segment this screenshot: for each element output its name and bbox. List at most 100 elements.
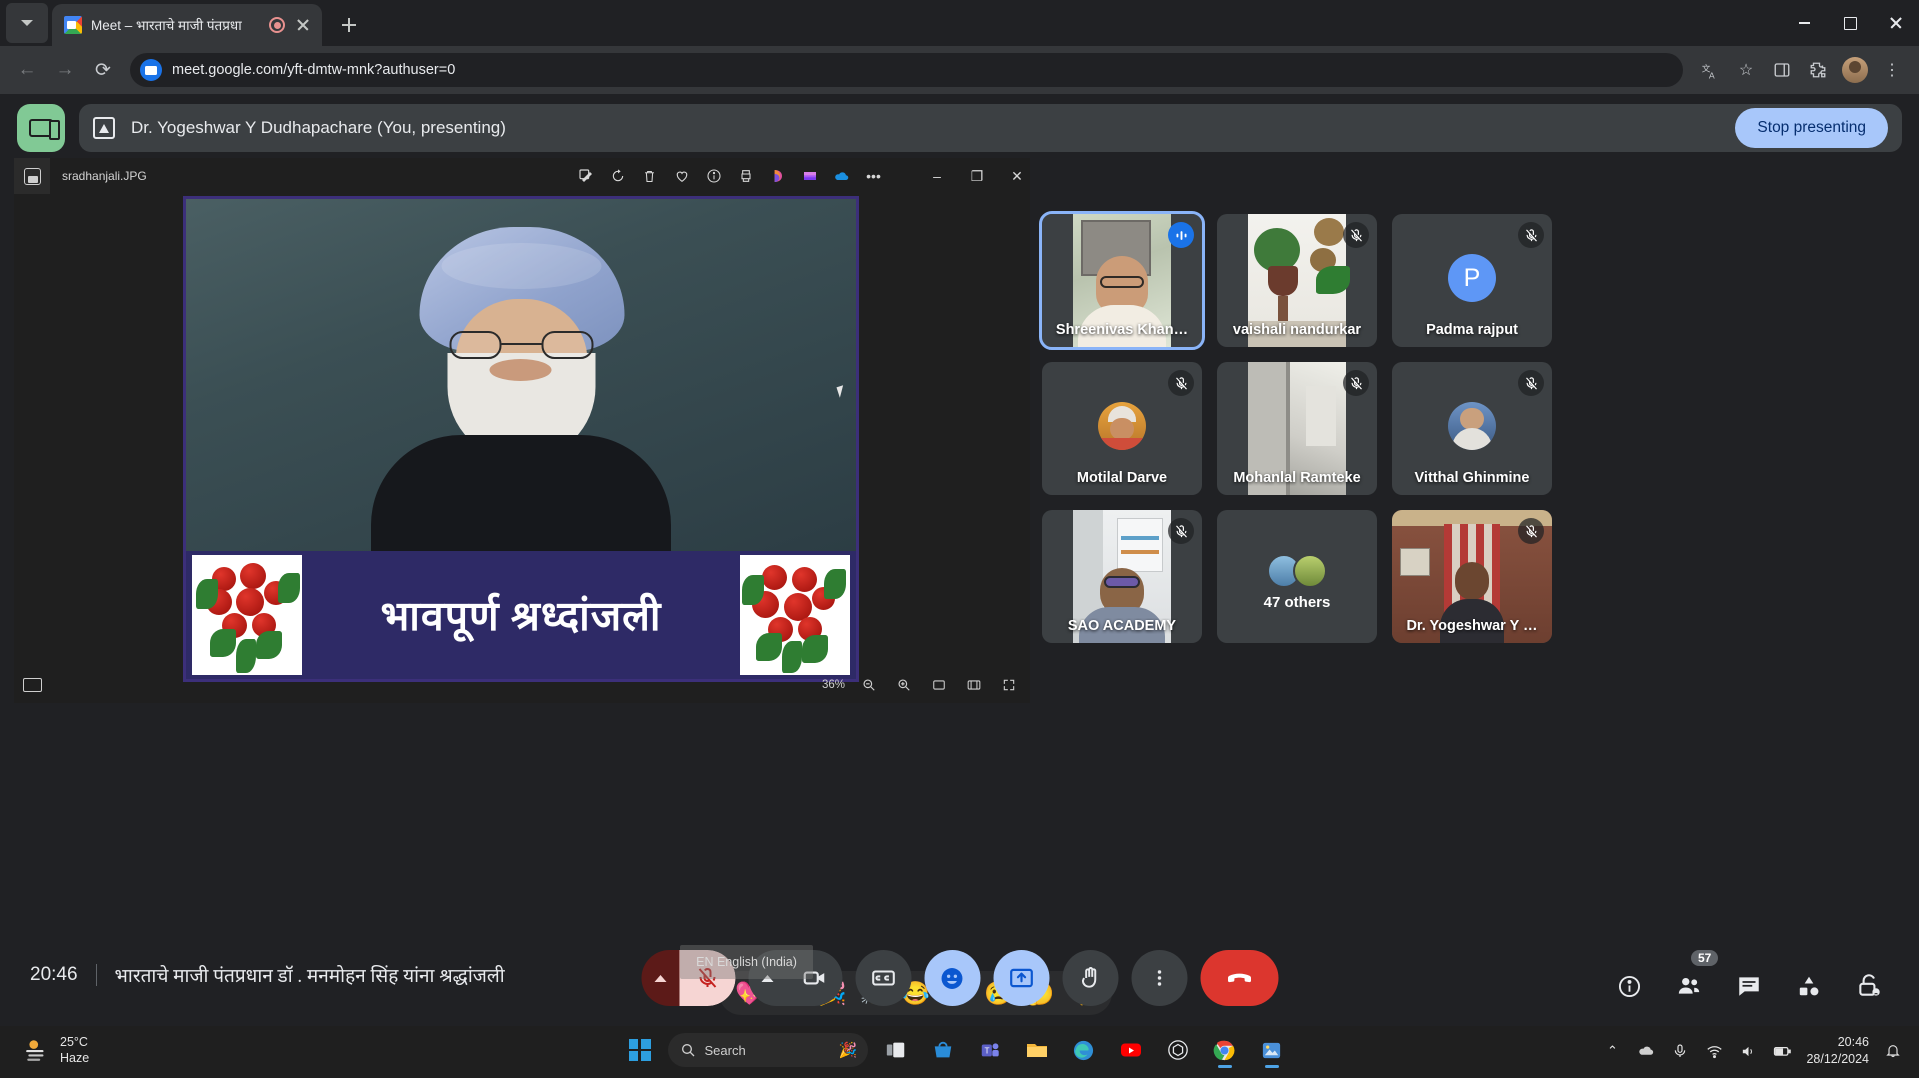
activities-button[interactable]	[1785, 962, 1833, 1010]
participant-name: Padma rajput	[1426, 322, 1518, 338]
bookmark-star-icon[interactable]: ☆	[1729, 53, 1763, 87]
volume-icon[interactable]	[1738, 1041, 1758, 1061]
zoom-in-icon[interactable]	[893, 674, 915, 696]
participants-button[interactable]: 57	[1665, 950, 1719, 1010]
participant-tile[interactable]: P Padma rajput	[1392, 214, 1552, 347]
new-tab-button[interactable]	[334, 10, 364, 40]
participant-tile[interactable]: Vitthal Ghinmine	[1392, 362, 1552, 495]
minimize-icon[interactable]: –	[924, 163, 950, 189]
battery-icon[interactable]	[1772, 1041, 1792, 1061]
wifi-icon[interactable]	[1704, 1041, 1724, 1061]
actual-size-icon[interactable]	[928, 674, 950, 696]
copilot-confetti-icon[interactable]: 🎉	[839, 1041, 858, 1059]
search-input[interactable]: Search 🎉	[667, 1033, 868, 1067]
reload-icon[interactable]: ⟳	[86, 53, 120, 87]
present-now-button[interactable]	[993, 950, 1049, 1006]
tab-search-button[interactable]	[6, 3, 48, 43]
task-view-icon[interactable]	[877, 1031, 915, 1069]
clock-date: 28/12/2024	[1806, 1052, 1869, 1066]
back-icon[interactable]: ←	[10, 53, 44, 87]
favorite-heart-icon[interactable]	[669, 164, 694, 189]
leave-call-button[interactable]	[1200, 950, 1278, 1006]
chatgpt-icon[interactable]	[1159, 1031, 1197, 1069]
onedrive-icon[interactable]	[1636, 1041, 1656, 1061]
others-tile[interactable]: 47 others	[1217, 510, 1377, 643]
reactions-button[interactable]	[924, 950, 980, 1006]
participant-tile[interactable]: Motilal Darve	[1042, 362, 1202, 495]
avatar-stack	[1267, 554, 1327, 588]
restore-icon[interactable]: ❐	[964, 163, 990, 189]
fullscreen-icon[interactable]	[998, 674, 1020, 696]
participant-tile[interactable]: Shreenivas Khan…	[1039, 211, 1205, 350]
presenter-pill: Dr. Yogeshwar Y Dudhapachare (You, prese…	[79, 104, 1902, 152]
maximize-icon[interactable]	[1827, 0, 1873, 46]
recording-indicator-icon[interactable]	[269, 17, 285, 33]
svg-text:T: T	[984, 1047, 989, 1056]
avatar-letter: P	[1463, 263, 1481, 292]
rotate-icon[interactable]	[605, 164, 630, 189]
side-panel-icon[interactable]	[1765, 53, 1799, 87]
filmstrip-icon[interactable]	[14, 667, 50, 703]
delete-icon[interactable]	[637, 164, 662, 189]
host-controls-button[interactable]	[1845, 962, 1893, 1010]
more-options-button[interactable]	[1131, 950, 1187, 1006]
meeting-title: भारताचे माजी पंतप्रधान डॉ . मनमोहन सिंह …	[114, 966, 505, 987]
fit-to-window-icon[interactable]	[963, 674, 985, 696]
taskbar-clock[interactable]: 20:46 28/12/2024	[1806, 1034, 1869, 1068]
address-bar[interactable]: meet.google.com/yft-dmtw-mnk?authuser=0	[130, 53, 1683, 87]
raise-hand-button[interactable]	[1062, 950, 1118, 1006]
microphone-icon[interactable]	[1670, 1041, 1690, 1061]
tribute-text: भावपूर्ण श्रध्दांजली	[380, 593, 662, 639]
minimize-icon[interactable]	[1781, 0, 1827, 46]
more-options-icon[interactable]: •••	[861, 164, 886, 189]
notification-bell-icon[interactable]	[1883, 1041, 1903, 1061]
mic-muted-badge	[1343, 222, 1369, 248]
participant-tile[interactable]: Dr. Yogeshwar Y …	[1392, 510, 1552, 643]
edge-icon[interactable]	[1065, 1031, 1103, 1069]
forward-icon[interactable]: →	[48, 53, 82, 87]
weather-temperature: 25°C	[60, 1035, 88, 1049]
profile-avatar[interactable]	[1842, 57, 1868, 83]
close-icon[interactable]	[1873, 0, 1919, 46]
participant-tile[interactable]: SAO ACADEMY	[1042, 510, 1202, 643]
teams-icon[interactable]: T	[971, 1031, 1009, 1069]
show-hidden-icons-icon[interactable]: ⌃	[1602, 1041, 1622, 1061]
photos-bottom-bar: 36%	[14, 667, 1030, 703]
participant-tile[interactable]: Mohanlal Ramteke	[1217, 362, 1377, 495]
meeting-details-button[interactable]	[1605, 962, 1653, 1010]
stop-presenting-button[interactable]: Stop presenting	[1735, 108, 1888, 148]
image-thumbnail-icon[interactable]	[14, 158, 50, 194]
browser-tab[interactable]: Meet – भारताचे माजी पंतप्रधा	[52, 4, 322, 46]
weather-widget[interactable]: 25°C Haze	[24, 1034, 89, 1066]
translate-icon[interactable]: 文A	[1693, 53, 1727, 87]
print-icon[interactable]	[733, 164, 758, 189]
windows-start-icon[interactable]	[628, 1039, 651, 1061]
cast-screen-icon[interactable]	[17, 104, 65, 152]
clipchamp-icon[interactable]	[797, 164, 822, 189]
more-menu-icon[interactable]: ⋮	[1875, 53, 1909, 87]
search-placeholder: Search	[704, 1042, 746, 1058]
chrome-icon[interactable]	[1206, 1031, 1244, 1069]
microphone-options-arrow[interactable]	[641, 950, 679, 1006]
others-count-label: 47 others	[1263, 594, 1331, 611]
mic-active-badge	[1168, 222, 1194, 248]
microsoft-store-icon[interactable]	[924, 1031, 962, 1069]
info-icon[interactable]	[701, 164, 726, 189]
file-explorer-icon[interactable]	[1018, 1031, 1056, 1069]
edit-image-icon[interactable]	[573, 164, 598, 189]
onedrive-icon[interactable]	[829, 164, 854, 189]
photos-icon[interactable]	[1253, 1031, 1291, 1069]
participant-name: Mohanlal Ramteke	[1233, 470, 1361, 486]
extensions-icon[interactable]	[1801, 53, 1835, 87]
chat-button[interactable]	[1725, 962, 1773, 1010]
participant-tile[interactable]: vaishali nandurkar	[1217, 214, 1377, 347]
youtube-icon[interactable]	[1112, 1031, 1150, 1069]
system-tray: ⌃ 20:46 28/12/2024	[1602, 1034, 1903, 1068]
close-icon[interactable]: ✕	[1004, 163, 1030, 189]
captions-toggle[interactable]	[855, 950, 911, 1006]
tab-close-icon[interactable]	[294, 16, 312, 34]
zoom-out-icon[interactable]	[858, 674, 880, 696]
present-to-all-icon	[93, 117, 115, 139]
mic-muted-badge	[1518, 518, 1544, 544]
designer-icon[interactable]	[765, 164, 790, 189]
